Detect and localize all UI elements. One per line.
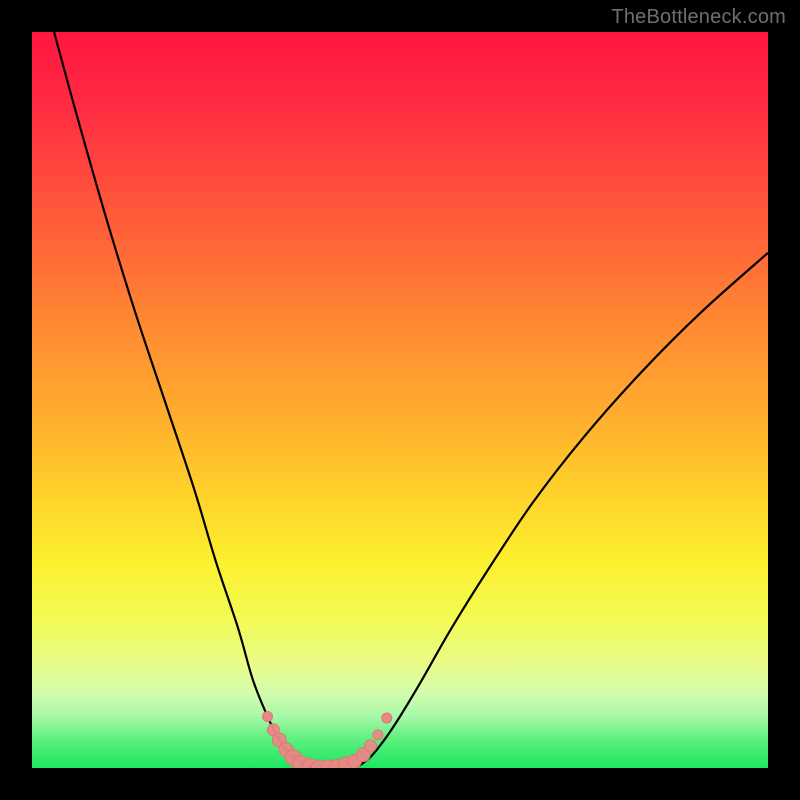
marker-group xyxy=(263,711,392,768)
data-marker xyxy=(373,730,383,740)
chart-frame: TheBottleneck.com xyxy=(0,0,800,800)
watermark-text: TheBottleneck.com xyxy=(611,6,786,29)
data-marker xyxy=(263,711,273,721)
series-right-curve xyxy=(356,253,768,768)
chart-svg xyxy=(32,32,768,768)
plot-area xyxy=(32,32,768,768)
data-marker xyxy=(382,713,392,723)
data-marker xyxy=(365,740,377,752)
series-group xyxy=(54,32,768,768)
series-left-curve xyxy=(54,32,312,768)
